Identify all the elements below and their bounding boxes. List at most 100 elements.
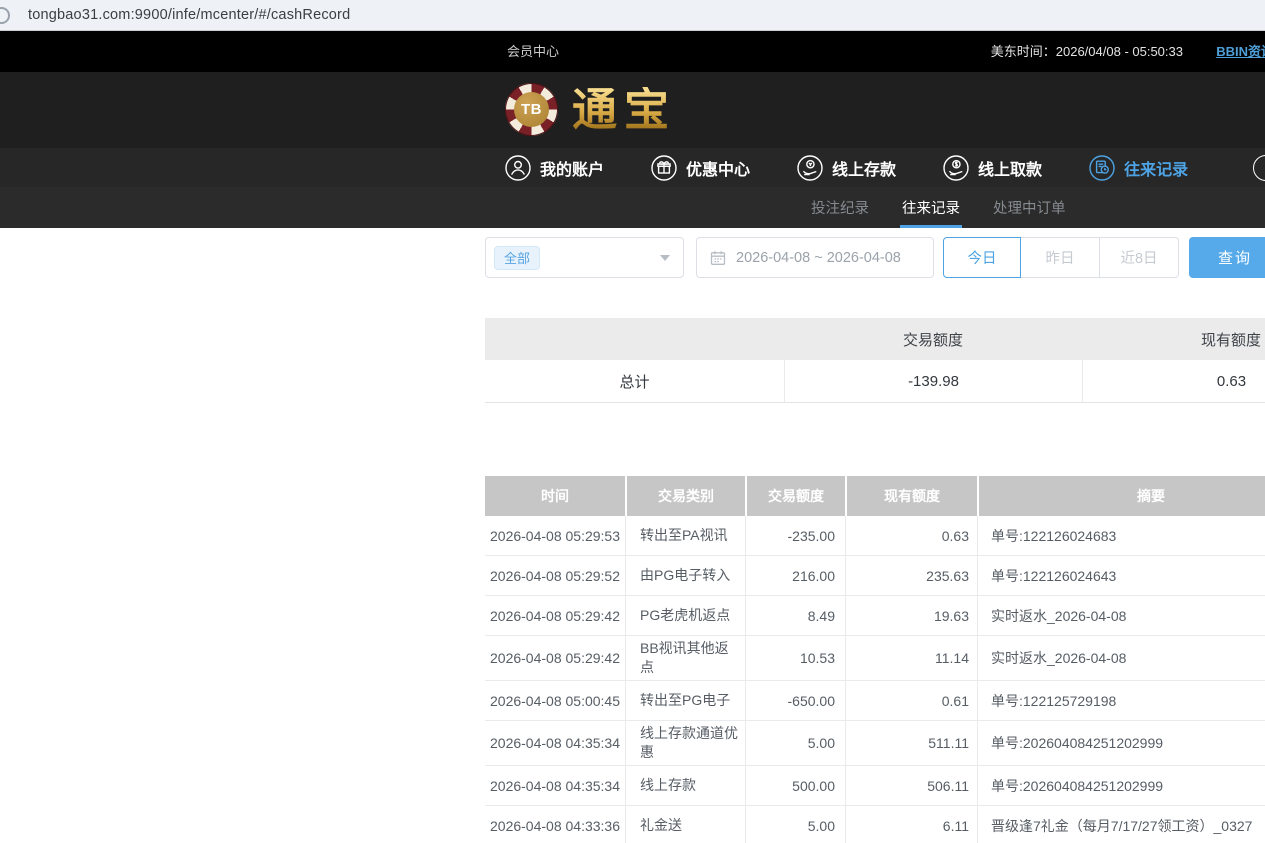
cell-time: 2026-04-08 05:29:42: [485, 596, 625, 635]
cell-balance: 6.11: [845, 806, 977, 843]
cell-balance: 19.63: [845, 596, 977, 635]
cell-type: 转出至PA视讯: [625, 516, 745, 555]
nav-promotions[interactable]: 优惠中心: [651, 155, 750, 181]
cell-type: 线上存款通道优惠: [625, 721, 745, 765]
nav-withdraw[interactable]: 线上取款: [943, 155, 1042, 181]
cell-time: 2026-04-08 05:29:42: [485, 636, 625, 680]
gift-icon: [651, 155, 677, 181]
member-center-label: 会员中心: [507, 31, 559, 72]
cell-summary: 单号:122125729198: [977, 681, 1265, 720]
browser-address-bar[interactable]: tongbao31.com:9900/infe/mcenter/#/cashRe…: [0, 0, 1265, 31]
filter-bar: 全部 2026-04-08 ~ 2026-04-08 今日 昨日 近8日 查询: [485, 237, 1265, 278]
cell-time: 2026-04-08 04:33:36: [485, 806, 625, 843]
withdraw-icon: [943, 155, 969, 181]
nav-label: 优惠中心: [686, 156, 750, 180]
tab-bet-records[interactable]: 投注纪录: [810, 187, 870, 228]
summary-table: 交易额度 现有额度 总计 -139.98 0.63: [485, 318, 1265, 403]
cell-balance: 0.61: [845, 681, 977, 720]
tab-pending-orders[interactable]: 处理中订单: [992, 187, 1067, 228]
table-row: 2026-04-08 05:00:45 转出至PG电子 -650.00 0.61…: [485, 681, 1265, 721]
cell-time: 2026-04-08 04:35:34: [485, 721, 625, 765]
summary-transaction-total: -139.98: [784, 360, 1082, 402]
col-header-summary: 摘要: [977, 476, 1265, 516]
cell-summary: 单号:122126024683: [977, 516, 1265, 555]
tab-cash-records[interactable]: 往来记录: [901, 187, 961, 228]
cell-amount: -235.00: [745, 516, 845, 555]
cell-amount: 5.00: [745, 806, 845, 843]
cell-amount: -650.00: [745, 681, 845, 720]
time-value: 2026/04/08 - 05:50:33: [1056, 44, 1183, 59]
cell-type: 转出至PG电子: [625, 681, 745, 720]
cell-balance: 511.11: [845, 721, 977, 765]
cell-time: 2026-04-08 04:35:34: [485, 766, 625, 805]
last8days-button[interactable]: 近8日: [1100, 237, 1179, 278]
date-range-input[interactable]: 2026-04-08 ~ 2026-04-08: [696, 237, 934, 278]
cell-type: BB视讯其他返点: [625, 636, 745, 680]
summary-balance-total: 0.63: [1082, 360, 1265, 402]
cell-type: 礼金送: [625, 806, 745, 843]
summary-total-label: 总计: [485, 360, 784, 402]
today-button[interactable]: 今日: [943, 237, 1021, 278]
url-text[interactable]: tongbao31.com:9900/infe/mcenter/#/cashRe…: [28, 0, 350, 30]
table-row: 2026-04-08 05:29:42 PG老虎机返点 8.49 19.63 实…: [485, 596, 1265, 636]
nav-label: 我的账户: [540, 156, 604, 180]
date-range-value: 2026-04-08 ~ 2026-04-08: [736, 250, 901, 266]
table-row: 2026-04-08 04:33:36 礼金送 5.00 6.11 晋级逢7礼金…: [485, 806, 1265, 843]
cell-summary: 单号:202604084251202999: [977, 766, 1265, 805]
cell-type: PG老虎机返点: [625, 596, 745, 635]
nav-deposit[interactable]: 线上存款: [797, 155, 896, 181]
records-icon: [1089, 155, 1115, 181]
chevron-down-icon: [660, 255, 670, 261]
cell-amount: 500.00: [745, 766, 845, 805]
cell-summary: 晋级逢7礼金（每月7/17/27领工资）_0327: [977, 806, 1265, 843]
cell-balance: 235.63: [845, 556, 977, 595]
eastern-time: 美东时间：2026/04/08 - 05:50:33: [991, 31, 1183, 72]
cell-balance: 506.11: [845, 766, 977, 805]
sub-nav: 投注纪录 往来记录 处理中订单: [0, 187, 1265, 228]
nav-label: 往来记录: [1124, 156, 1188, 180]
table-row: 2026-04-08 05:29:53 转出至PA视讯 -235.00 0.63…: [485, 516, 1265, 556]
nav-label: 线上取款: [978, 156, 1042, 180]
user-icon: [505, 155, 531, 181]
summary-total-row: 总计 -139.98 0.63: [485, 360, 1265, 403]
top-info-bar: 会员中心 美东时间：2026/04/08 - 05:50:33 BBIN资讯: [0, 31, 1265, 72]
cell-summary: 实时返水_2026-04-08: [977, 596, 1265, 635]
page-info-icon[interactable]: [0, 7, 10, 24]
calendar-icon: [710, 250, 726, 266]
chip-badge: TB: [514, 92, 549, 127]
nav-label: 线上存款: [832, 156, 896, 180]
summary-header-balance: 现有额度: [1082, 318, 1265, 360]
col-header-type: 交易类别: [625, 476, 745, 516]
nav-records[interactable]: 往来记录: [1089, 155, 1188, 181]
table-header-row: 时间 交易类别 交易额度 现有额度 摘要: [485, 476, 1265, 516]
poker-chip-icon: TB: [505, 83, 558, 136]
time-label: 美东时间：: [991, 44, 1056, 59]
cell-type: 由PG电子转入: [625, 556, 745, 595]
summary-header-empty: [485, 318, 784, 360]
nav-my-account[interactable]: 我的账户: [505, 155, 604, 181]
type-select-tag[interactable]: 全部: [494, 246, 540, 270]
col-header-time: 时间: [485, 476, 625, 516]
brand-name: 通宝: [572, 87, 676, 132]
cell-summary: 实时返水_2026-04-08: [977, 636, 1265, 680]
site-logo[interactable]: TB 通宝: [505, 83, 676, 136]
cell-amount: 10.53: [745, 636, 845, 680]
page: tongbao31.com:9900/infe/mcenter/#/cashRe…: [0, 0, 1265, 843]
type-select[interactable]: 全部: [485, 237, 684, 278]
cell-amount: 5.00: [745, 721, 845, 765]
deposit-icon: [797, 155, 823, 181]
cell-summary: 单号:122126024643: [977, 556, 1265, 595]
col-header-amount: 交易额度: [745, 476, 845, 516]
search-button[interactable]: 查询: [1189, 237, 1265, 278]
bbin-news-link[interactable]: BBIN资讯: [1216, 31, 1265, 72]
cell-type: 线上存款: [625, 766, 745, 805]
cell-balance: 0.63: [845, 516, 977, 555]
nav-partial-icon: [1253, 155, 1265, 181]
site-header: TB 通宝: [0, 72, 1265, 148]
main-nav: 我的账户 优惠中心 线上存款: [0, 148, 1265, 187]
cell-time: 2026-04-08 05:00:45: [485, 681, 625, 720]
yesterday-button[interactable]: 昨日: [1021, 237, 1100, 278]
records-table: 时间 交易类别 交易额度 现有额度 摘要 2026-04-08 05:29:53…: [485, 476, 1265, 843]
table-row: 2026-04-08 04:35:34 线上存款通道优惠 5.00 511.11…: [485, 721, 1265, 766]
quick-range-group: 今日 昨日 近8日: [943, 237, 1179, 278]
